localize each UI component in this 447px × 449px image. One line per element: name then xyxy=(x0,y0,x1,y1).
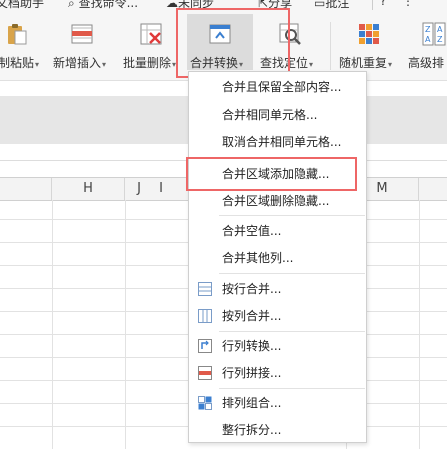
more-icon: ⋮ xyxy=(402,0,414,8)
menu-item-merge-other-columns[interactable]: 合并其他列... xyxy=(189,245,366,271)
menu-item-row-col-join[interactable]: 行列拼接... xyxy=(189,360,366,386)
menu-item-merge-remove-hidden[interactable]: 合并区域删除隐藏... xyxy=(189,188,366,214)
random-repeat-label: 随机重复▾ xyxy=(339,56,393,70)
paste-label: 制粘贴▾ xyxy=(0,56,40,70)
delete-grid-icon xyxy=(140,23,162,45)
grid-col-line xyxy=(125,200,126,449)
help-icon: ? xyxy=(380,0,387,8)
grid-col-line xyxy=(419,200,420,449)
merge-by-column-icon xyxy=(198,309,212,323)
chevron-up-icon: ⌃ xyxy=(422,0,433,8)
menu-divider xyxy=(219,273,365,274)
column-header-n[interactable] xyxy=(419,178,447,200)
menu-item-transpose[interactable]: 行列转换... xyxy=(189,333,366,359)
menu-item-unmerge-same-cells[interactable]: 取消合并相同单元格... xyxy=(189,129,366,155)
paste-button[interactable]: 制粘贴▾ xyxy=(0,12,48,76)
sort-az-icon: Z A A Z xyxy=(422,22,446,46)
menu-divider xyxy=(219,388,365,389)
comment-button[interactable]: ▭批注 xyxy=(314,0,349,11)
row-col-join-icon xyxy=(198,366,212,380)
ribbon-divider xyxy=(330,22,331,70)
svg-text:Z: Z xyxy=(437,35,443,44)
add-hidden-highlight xyxy=(186,157,357,191)
column-header-g[interactable] xyxy=(0,178,52,200)
svg-text:A: A xyxy=(437,25,443,34)
search-command-button[interactable]: ⌕ 查找命令... xyxy=(68,0,138,11)
doc-assistant-button[interactable]: 文档助手 xyxy=(0,0,44,11)
menu-item-merge-same-cells[interactable]: 合并相同单元格... xyxy=(189,102,366,128)
permutation-icon xyxy=(198,396,212,410)
more-button[interactable]: ⋮ xyxy=(402,0,414,8)
svg-text:A: A xyxy=(425,35,431,44)
insert-button[interactable]: 新增插入▾ xyxy=(52,12,112,76)
merge-convert-highlight xyxy=(176,8,290,78)
random-repeat-button[interactable]: 随机重复▾ xyxy=(337,12,399,76)
menu-item-split-rows[interactable]: 整行拆分... xyxy=(189,417,366,443)
comment-icon: ▭ xyxy=(314,0,326,10)
random-grid-icon xyxy=(359,24,379,44)
menu-item-merge-empty[interactable]: 合并空值... xyxy=(189,218,366,244)
help-button[interactable]: ? xyxy=(380,0,386,8)
search-icon: ⌕ xyxy=(68,0,75,10)
merge-convert-menu: 合并且保留全部内容... 合并相同单元格... 取消合并相同单元格... 合并区… xyxy=(188,71,367,443)
menu-item-merge-by-row[interactable]: 按行合并... xyxy=(189,276,366,302)
svg-text:Z: Z xyxy=(425,25,431,34)
menu-divider xyxy=(219,331,365,332)
insert-row-icon xyxy=(71,24,93,44)
menu-item-permutation[interactable]: 排列组合... xyxy=(189,390,366,416)
batch-delete-button[interactable]: 批量删除▾ xyxy=(121,12,181,76)
clipboard-icon xyxy=(8,24,27,45)
menu-item-merge-keep-all[interactable]: 合并且保留全部内容... xyxy=(189,74,366,100)
toolbar-divider xyxy=(372,0,373,10)
grid-col-line xyxy=(52,200,53,449)
transpose-icon xyxy=(198,339,212,353)
collapse-button[interactable]: ⌃ xyxy=(422,0,432,8)
batch-delete-label: 批量删除▾ xyxy=(123,56,177,70)
insert-label: 新增插入▾ xyxy=(53,56,107,70)
advanced-sort-label: 高级排 xyxy=(408,56,445,70)
menu-divider xyxy=(219,215,365,216)
column-header-j[interactable]: J xyxy=(128,178,150,200)
menu-item-merge-by-column[interactable]: 按列合并... xyxy=(189,303,366,329)
merge-by-row-icon xyxy=(198,282,212,296)
advanced-sort-button[interactable]: Z A A Z 高级排 xyxy=(404,12,447,76)
